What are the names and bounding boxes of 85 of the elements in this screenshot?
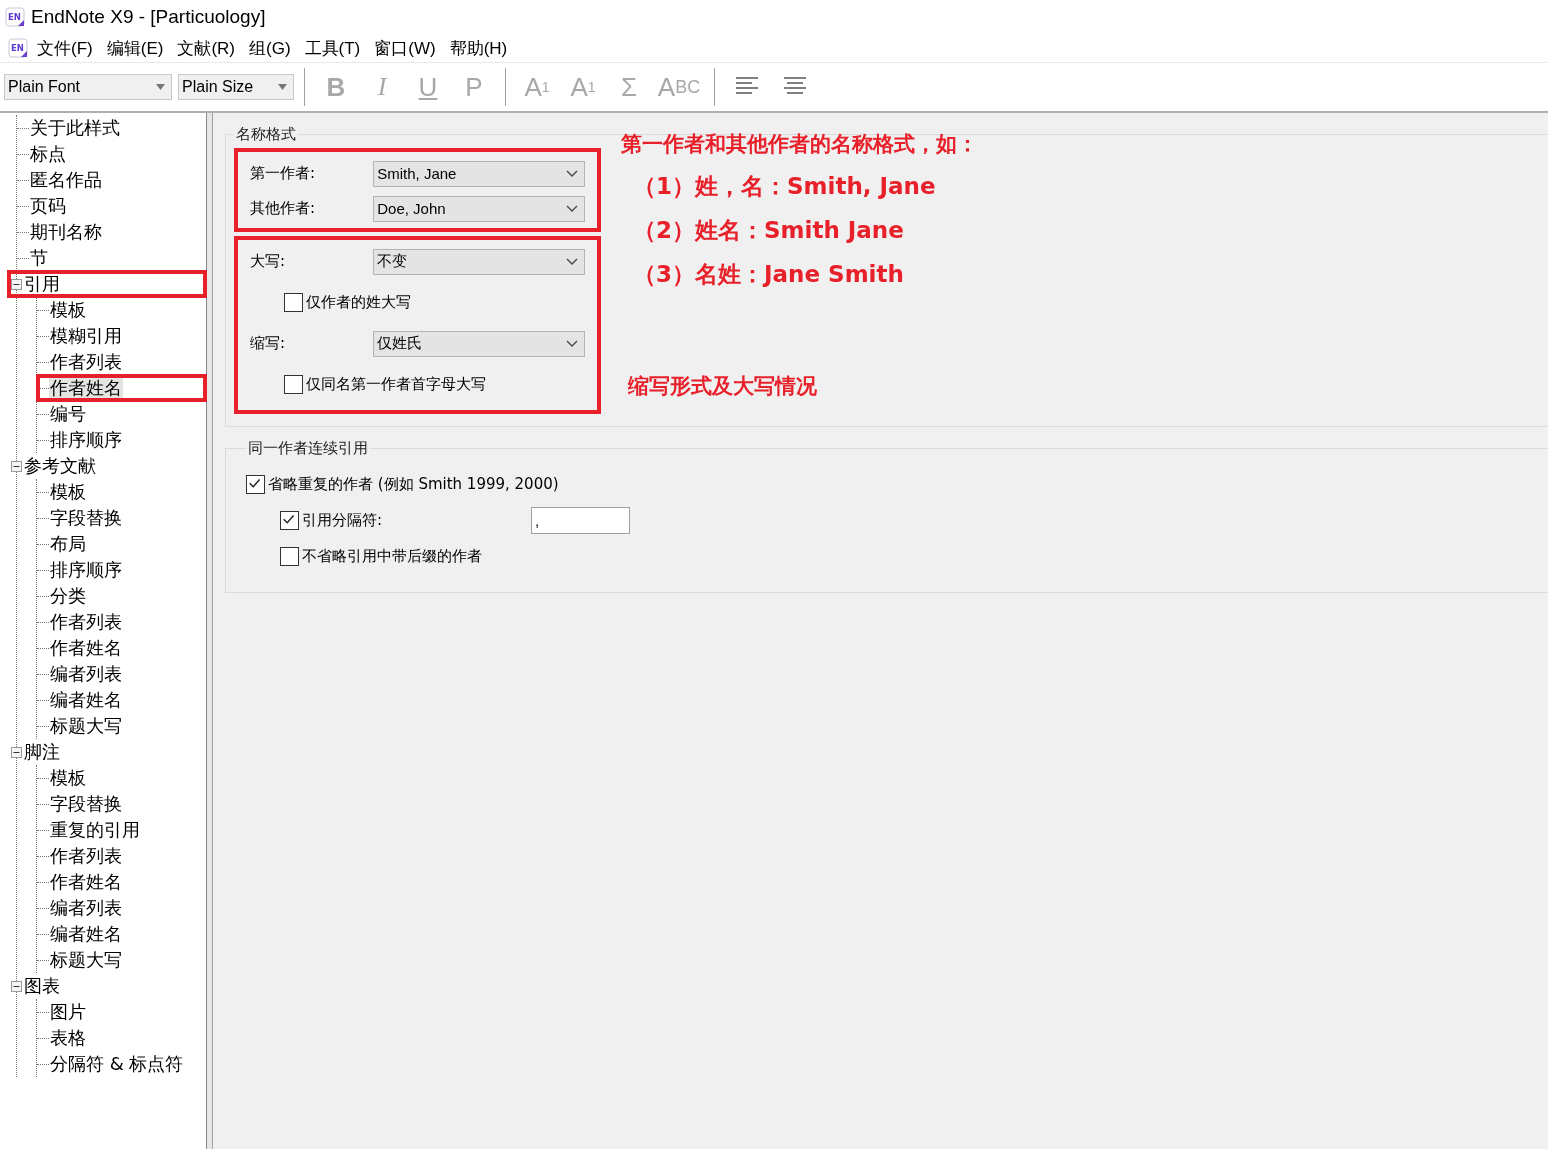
tree-item[interactable]: 分类 bbox=[37, 583, 206, 609]
tree-item[interactable]: 标题大写 bbox=[37, 947, 206, 973]
tree-item[interactable]: 编者姓名 bbox=[37, 921, 206, 947]
annotation-example: （3）名姓：Jane Smith bbox=[633, 260, 905, 289]
field-label: 其他作者: bbox=[250, 199, 317, 218]
field-label: 缩写: bbox=[250, 334, 287, 353]
checkbox-label[interactable]: 引用分隔符: bbox=[302, 510, 383, 530]
checkbox-label[interactable]: 省略重复的作者 (例如 Smith 1999, 2000) bbox=[268, 474, 559, 494]
tree-item[interactable]: 布局 bbox=[37, 531, 206, 557]
chevron-down-icon bbox=[566, 339, 578, 348]
separator-field[interactable]: , bbox=[531, 506, 631, 534]
tree-item[interactable]: 图表 bbox=[8, 973, 206, 999]
tree-item[interactable]: 模板 bbox=[37, 297, 206, 323]
tree-item[interactable]: 作者姓名 bbox=[37, 869, 206, 895]
font-dropdown[interactable]: Plain Font bbox=[4, 74, 172, 100]
tree-item[interactable]: 字段替换 bbox=[37, 505, 206, 531]
chevron-down-icon bbox=[566, 257, 578, 266]
collapse-icon[interactable] bbox=[11, 980, 22, 992]
tree-item[interactable]: 模糊引用 bbox=[37, 323, 206, 349]
tree-item[interactable]: 期刊名称 bbox=[17, 219, 206, 245]
chevron-down-icon bbox=[566, 169, 578, 178]
tree-item[interactable]: 分隔符 & 标点符 bbox=[37, 1051, 206, 1077]
tree-item[interactable]: 标点 bbox=[17, 141, 206, 167]
tree-item[interactable]: 参考文献 bbox=[8, 453, 206, 479]
app-logo: EN bbox=[8, 38, 28, 58]
checkbox[interactable] bbox=[284, 293, 303, 312]
annotation-example: （2）姓名：Smith Jane bbox=[633, 216, 905, 245]
tree-item[interactable]: 表格 bbox=[37, 1025, 206, 1051]
dropdown[interactable]: 仅姓氏 bbox=[373, 330, 585, 357]
checkbox-label[interactable]: 仅同名第一作者首字母大写 bbox=[306, 375, 486, 394]
field-label: 大写: bbox=[250, 252, 287, 271]
tree-item[interactable]: 作者列表 bbox=[37, 843, 206, 869]
collapse-icon[interactable] bbox=[11, 278, 22, 290]
tree-item[interactable]: 作者姓名 bbox=[37, 375, 206, 401]
window-title: EndNote X9 - [Particuology] bbox=[31, 6, 266, 28]
tree-item[interactable]: 编者列表 bbox=[37, 661, 206, 687]
dropdown[interactable]: Smith, Jane bbox=[373, 160, 585, 187]
checkbox-label[interactable]: 仅作者的姓大写 bbox=[306, 293, 411, 312]
dropdown[interactable]: Doe, John bbox=[373, 195, 585, 222]
tree-item[interactable]: 匿名作品 bbox=[17, 167, 206, 193]
tree-item[interactable]: 模板 bbox=[37, 765, 206, 791]
tree-item[interactable]: 编号 bbox=[37, 401, 206, 427]
menu-item[interactable]: 文件(F) bbox=[32, 36, 98, 60]
annotation-heading: 第一作者和其他作者的名称格式，如： bbox=[621, 131, 978, 158]
checkbox[interactable] bbox=[284, 375, 303, 394]
tree-item[interactable]: 引用 bbox=[8, 271, 206, 297]
tree-item[interactable]: 作者列表 bbox=[37, 609, 206, 635]
group-title: 同一作者连续引用 bbox=[247, 439, 369, 458]
field-label: 第一作者: bbox=[250, 164, 317, 183]
collapse-icon[interactable] bbox=[11, 746, 22, 758]
menu-item[interactable]: 窗口(W) bbox=[369, 36, 441, 60]
annotation-example: （1）姓，名：Smith, Jane bbox=[633, 172, 937, 201]
tree-item[interactable]: 作者列表 bbox=[37, 349, 206, 375]
dropdown-arrow-icon bbox=[278, 84, 287, 90]
checkbox[interactable] bbox=[280, 546, 299, 566]
tree-item[interactable]: 标题大写 bbox=[37, 713, 206, 739]
menu-item[interactable]: 组(G) bbox=[244, 36, 296, 60]
app-logo: EN bbox=[5, 7, 25, 27]
menu-item[interactable]: 工具(T) bbox=[299, 36, 366, 60]
tree-item[interactable]: 页码 bbox=[17, 193, 206, 219]
tree-item[interactable]: 关于此样式 bbox=[17, 115, 206, 141]
dropdown[interactable]: 不变 bbox=[373, 248, 585, 275]
checkbox[interactable] bbox=[280, 510, 299, 530]
menu-item[interactable]: 编辑(E) bbox=[101, 36, 169, 60]
tree-item[interactable]: 排序顺序 bbox=[37, 557, 206, 583]
tree-item[interactable]: 编者列表 bbox=[37, 895, 206, 921]
tree-item[interactable]: 编者姓名 bbox=[37, 687, 206, 713]
checkbox[interactable] bbox=[246, 474, 265, 494]
tree-item[interactable]: 模板 bbox=[37, 479, 206, 505]
chevron-down-icon bbox=[566, 204, 578, 213]
menu-item[interactable]: 文献(R) bbox=[172, 36, 240, 60]
menu-item[interactable]: 帮助(H) bbox=[444, 36, 513, 60]
collapse-icon[interactable] bbox=[11, 460, 22, 472]
tree-item[interactable]: 排序顺序 bbox=[37, 427, 206, 453]
tree-item[interactable]: 节 bbox=[17, 245, 206, 271]
annotation-note: 缩写形式及大写情况 bbox=[628, 373, 818, 400]
tree-item[interactable]: 图片 bbox=[37, 999, 206, 1025]
tree-item[interactable]: 字段替换 bbox=[37, 791, 206, 817]
checkbox-label[interactable]: 不省略引用中带后缀的作者 bbox=[302, 546, 482, 566]
tree-item[interactable]: 重复的引用 bbox=[37, 817, 206, 843]
dropdown-arrow-icon bbox=[156, 84, 165, 90]
size-dropdown[interactable]: Plain Size bbox=[178, 74, 294, 100]
tree-item[interactable]: 脚注 bbox=[8, 739, 206, 765]
tree-item[interactable]: 作者姓名 bbox=[37, 635, 206, 661]
group-title: 名称格式 bbox=[235, 125, 297, 144]
